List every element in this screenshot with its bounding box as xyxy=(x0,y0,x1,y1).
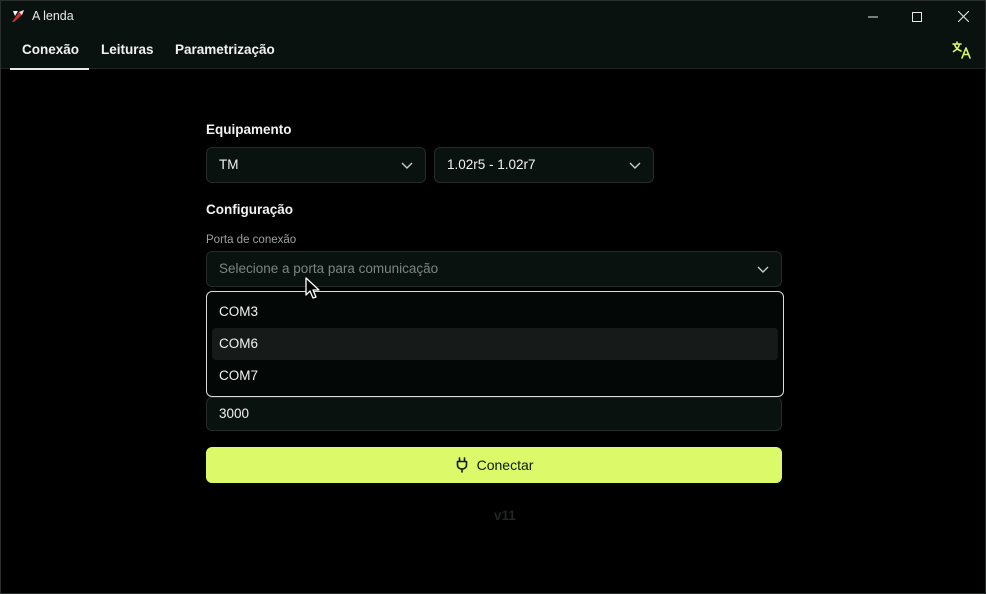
close-button[interactable] xyxy=(940,1,986,32)
equipment-model-select[interactable]: TM xyxy=(206,147,426,183)
port-option-com3[interactable]: COM3 xyxy=(212,296,778,328)
port-select[interactable]: Selecione a porta para comunicação xyxy=(206,251,782,287)
version-label: v11 xyxy=(494,508,516,523)
tab-conexao[interactable]: Conexão xyxy=(10,32,89,70)
connect-label: Conectar xyxy=(476,457,534,473)
minimize-button[interactable] xyxy=(850,1,896,32)
configuration-section-title: Configuração xyxy=(206,202,294,217)
close-icon xyxy=(957,11,969,22)
equipment-section-title: Equipamento xyxy=(206,122,292,137)
tab-parametrizacao[interactable]: Parametrização xyxy=(163,32,287,69)
maximize-icon xyxy=(912,11,922,22)
app-window: A lenda Conexão Leituras Parametrização … xyxy=(0,0,986,594)
connect-button[interactable]: Conectar xyxy=(206,447,782,483)
equipment-model-value: TM xyxy=(219,157,239,172)
chevron-down-icon xyxy=(629,162,641,169)
timeout-input[interactable]: 3000 xyxy=(206,397,782,431)
port-label: Porta de conexão xyxy=(206,234,297,246)
app-logo-icon xyxy=(12,10,24,22)
mouse-cursor-icon xyxy=(305,277,320,299)
port-placeholder: Selecione a porta para comunicação xyxy=(219,261,439,276)
tab-leituras[interactable]: Leituras xyxy=(89,32,166,69)
maximize-button[interactable] xyxy=(894,1,940,32)
port-option-com7[interactable]: COM7 xyxy=(212,360,778,392)
tab-bar: Conexão Leituras Parametrização xyxy=(1,32,985,70)
port-option-com6[interactable]: COM6 xyxy=(212,328,778,360)
equipment-version-value: 1.02r5 - 1.02r7 xyxy=(447,157,536,172)
window-title: A lenda xyxy=(32,9,74,23)
chevron-down-icon xyxy=(757,266,769,273)
translate-icon[interactable] xyxy=(951,40,973,60)
plug-icon xyxy=(456,457,467,473)
chevron-down-icon xyxy=(401,162,413,169)
equipment-version-select[interactable]: 1.02r5 - 1.02r7 xyxy=(434,147,654,183)
title-bar: A lenda xyxy=(1,1,985,32)
port-dropdown-list: COM3 COM6 COM7 xyxy=(206,291,784,397)
minimize-icon xyxy=(868,16,878,17)
